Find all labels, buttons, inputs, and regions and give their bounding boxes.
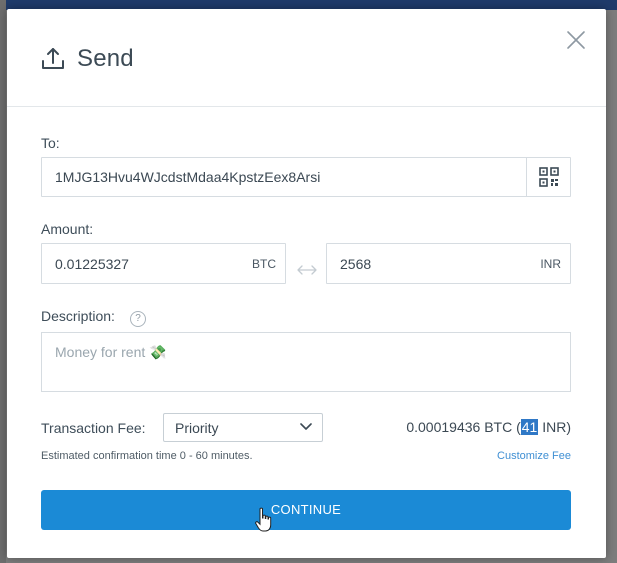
fee-btc-amount: 0.00019436 BTC (: [406, 419, 521, 435]
amount-label: Amount:: [41, 221, 94, 237]
hand-pointer-cursor-icon: [255, 507, 272, 532]
transaction-fee-label: Transaction Fee:: [41, 420, 146, 436]
swap-arrows-icon: [297, 265, 317, 275]
fiat-amount-value: 2568: [340, 255, 372, 272]
fiat-amount-field[interactable]: 2568 INR: [326, 243, 571, 284]
customize-fee-link[interactable]: Customize Fee: [497, 450, 571, 462]
chevron-down-icon: [300, 423, 312, 430]
fee-fiat-suffix: INR): [538, 419, 571, 435]
continue-label: CONTINUE: [270, 502, 342, 517]
btc-amount-field[interactable]: 0.01225327 BTC: [41, 243, 286, 284]
confirmation-estimate: Estimated confirmation time 0 - 60 minut…: [41, 450, 253, 462]
fee-amount: 0.00019436 BTC (41 INR): [406, 419, 571, 435]
qr-scan-button[interactable]: [526, 158, 570, 196]
description-label: Description:: [41, 308, 115, 324]
continue-button[interactable]: CONTINUE: [41, 490, 571, 530]
upload-send-icon: [42, 48, 64, 69]
send-modal: Send To: 1MJG13Hvu4WJcdstMdaa4KpstzEex8A…: [7, 9, 606, 558]
fiat-unit: INR: [540, 256, 561, 271]
help-icon[interactable]: ?: [130, 311, 146, 327]
qr-code-icon: [539, 167, 559, 187]
address-value: 1MJG13Hvu4WJcdstMdaa4KpstzEex8Arsi: [55, 169, 321, 185]
fee-fiat-highlight: 41: [520, 419, 539, 435]
background-sidebar-edge: [0, 0, 6, 563]
to-label: To:: [41, 135, 60, 151]
close-icon[interactable]: [565, 29, 587, 51]
fee-priority-value: Priority: [175, 420, 219, 436]
modal-header: Send: [7, 9, 606, 107]
description-placeholder: Money for rent 💸: [55, 344, 167, 360]
fee-priority-select[interactable]: Priority: [163, 413, 323, 442]
address-field[interactable]: 1MJG13Hvu4WJcdstMdaa4KpstzEex8Arsi: [41, 157, 571, 197]
btc-unit: BTC: [252, 256, 276, 271]
modal-title: Send: [77, 45, 134, 72]
btc-amount-value: 0.01225327: [55, 255, 129, 272]
description-field[interactable]: Money for rent 💸: [41, 332, 571, 392]
